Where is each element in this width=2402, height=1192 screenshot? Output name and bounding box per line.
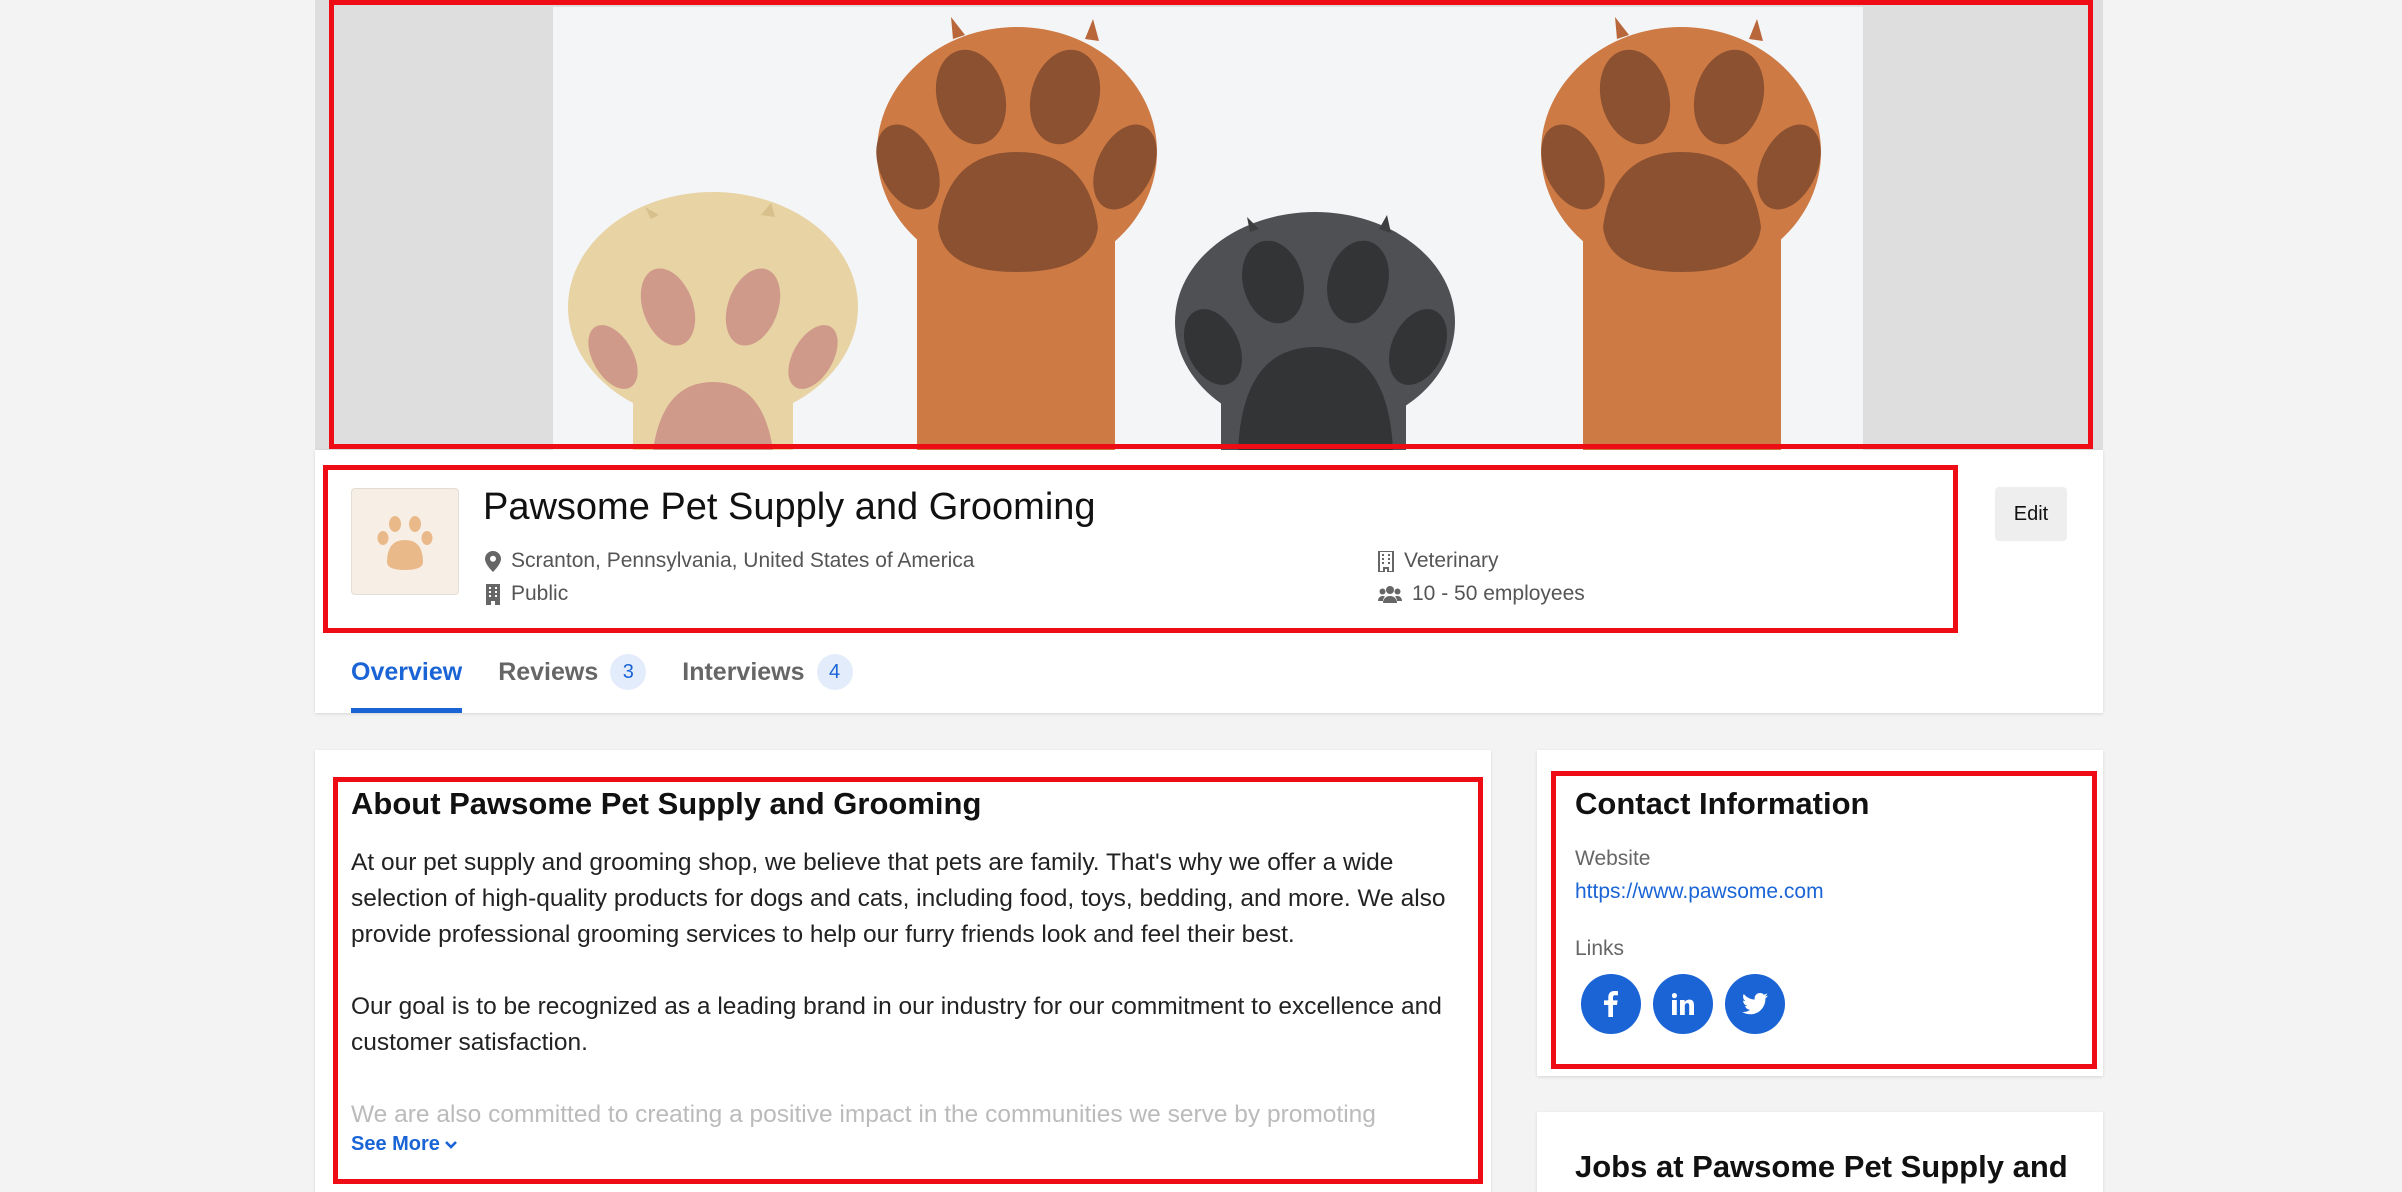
about-paragraph: At our pet supply and grooming shop, we … — [351, 849, 1446, 948]
location-pin-icon — [485, 550, 501, 572]
see-more-link[interactable]: See More — [351, 1133, 458, 1156]
linkedin-button[interactable] — [1653, 974, 1713, 1034]
ownership-text: Public — [511, 582, 569, 605]
jobs-card: Jobs at Pawsome Pet Supply and — [1537, 1112, 2103, 1192]
contact-title: Contact Information — [1575, 786, 1870, 821]
about-paragraph-faded: We are also committed to creating a posi… — [351, 1101, 1376, 1128]
chevron-down-icon — [445, 1140, 457, 1149]
reviews-count-badge: 3 — [610, 654, 647, 690]
industry-building-icon — [1378, 550, 1394, 572]
paws-illustration — [568, 17, 1821, 450]
facebook-icon — [1604, 991, 1618, 1017]
links-label: Links — [1575, 937, 1625, 960]
users-icon — [1378, 586, 1402, 603]
twitter-icon — [1742, 993, 1768, 1015]
about-description: At our pet supply and grooming shop, we … — [351, 845, 1461, 1169]
company-size: 10 - 50 employees — [1378, 582, 1585, 606]
about-title: About Pawsome Pet Supply and Grooming — [351, 786, 982, 821]
company-logo — [351, 488, 459, 595]
company-location: Scranton, Pennsylvania, United States of… — [485, 549, 974, 573]
twitter-button[interactable] — [1725, 974, 1785, 1034]
website-link[interactable]: https://www.pawsome.com — [1575, 880, 1824, 904]
size-text: 10 - 50 employees — [1412, 582, 1585, 605]
company-industry: Veterinary — [1378, 549, 1499, 573]
tab-label: Interviews — [682, 658, 805, 686]
linkedin-icon — [1672, 993, 1694, 1015]
website-label: Website — [1575, 847, 1651, 870]
cover-image — [553, 7, 1863, 450]
paw-logo-icon — [377, 515, 433, 570]
company-name: Pawsome Pet Supply and Grooming — [483, 486, 1096, 528]
facebook-button[interactable] — [1581, 974, 1641, 1034]
building-icon — [486, 583, 500, 605]
jobs-title: Jobs at Pawsome Pet Supply and — [1575, 1149, 2068, 1184]
orange-paw-right — [1541, 17, 1821, 450]
tab-reviews[interactable]: Reviews 3 — [498, 648, 647, 713]
interviews-count-badge: 4 — [816, 654, 853, 690]
orange-paw-left — [876, 17, 1157, 450]
see-more-label: See More — [351, 1133, 440, 1155]
company-ownership: Public — [485, 582, 568, 606]
dark-paw — [1175, 212, 1455, 450]
edit-button[interactable]: Edit — [1995, 487, 2067, 541]
about-paragraph: Our goal is to be recognized as a leadin… — [351, 993, 1442, 1056]
tab-label: Reviews — [498, 658, 599, 686]
tab-interviews[interactable]: Interviews 4 — [682, 648, 853, 713]
tab-label: Overview — [351, 658, 463, 686]
cover-banner — [315, 0, 2103, 450]
industry-text: Veterinary — [1404, 549, 1499, 572]
about-card: About Pawsome Pet Supply and Grooming At… — [315, 750, 1491, 1192]
light-paw — [568, 192, 858, 450]
contact-card: Contact Information Website https://www.… — [1537, 750, 2103, 1076]
company-tabs: Overview Reviews 3 Interviews 4 — [351, 648, 853, 713]
company-header: Pawsome Pet Supply and Grooming Scranton… — [315, 450, 2103, 713]
tab-overview[interactable]: Overview — [351, 648, 463, 713]
location-text: Scranton, Pennsylvania, United States of… — [511, 549, 975, 572]
